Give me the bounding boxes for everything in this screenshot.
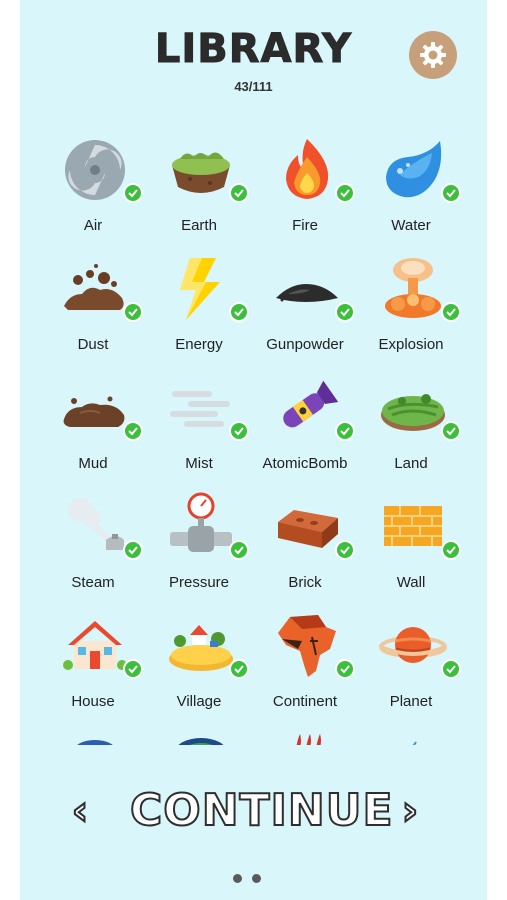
unlocked-check-icon: [335, 421, 355, 441]
element-card-water[interactable]: Water: [358, 133, 464, 243]
element-card-air[interactable]: Air: [40, 133, 146, 243]
partial-element-icon: [77, 740, 113, 745]
element-card-earth[interactable]: Earth: [146, 133, 252, 243]
element-label: Wall: [396, 574, 426, 591]
unlocked-check-icon: [335, 659, 355, 679]
element-card-house[interactable]: House: [40, 609, 146, 719]
unlocked-check-icon: [441, 659, 461, 679]
earth-icon: [172, 152, 230, 193]
unlocked-check-icon: [229, 302, 249, 322]
element-card-partial[interactable]: [252, 728, 358, 745]
element-label: Land: [394, 455, 428, 472]
element-label: Air: [83, 217, 103, 234]
dust-icon: [64, 264, 124, 310]
element-label: Village: [176, 693, 222, 710]
unlocked-check-icon: [441, 302, 461, 322]
element-label: Continent: [272, 693, 338, 710]
unlocked-check-icon: [123, 421, 143, 441]
unlocked-check-icon: [441, 421, 461, 441]
element-label: Energy: [175, 336, 223, 353]
element-card-explosion[interactable]: Explosion: [358, 252, 464, 362]
element-card-brick[interactable]: Brick: [252, 490, 358, 600]
element-label: Fire: [292, 217, 318, 234]
chevron-right-icon[interactable]: ›: [390, 780, 430, 842]
element-label: Brick: [288, 574, 322, 591]
element-label: AtomicBomb: [262, 455, 348, 472]
unlocked-check-icon: [229, 183, 249, 203]
element-label: Water: [391, 217, 431, 234]
settings-button[interactable]: [409, 31, 457, 79]
unlocked-check-icon: [123, 183, 143, 203]
element-label: Mist: [185, 455, 213, 472]
steam-icon: [68, 498, 124, 550]
collected-counter: 43/111: [234, 79, 273, 94]
unlocked-check-icon: [335, 183, 355, 203]
fire-icon: [286, 139, 329, 199]
page-dot-active[interactable]: [233, 874, 242, 883]
wall-icon: [384, 506, 442, 546]
house-icon: [63, 621, 127, 670]
chevron-left-icon[interactable]: ‹: [60, 780, 100, 842]
water-icon: [386, 141, 442, 198]
element-label: Planet: [389, 693, 433, 710]
unlocked-check-icon: [123, 540, 143, 560]
gunpowder-icon: [276, 284, 338, 302]
planet-icon: [379, 627, 447, 663]
air-icon: [65, 140, 125, 200]
continent-icon: [278, 615, 336, 677]
partial-element-icon: [296, 734, 321, 745]
element-card-atomicbomb[interactable]: AtomicBomb: [252, 371, 358, 481]
element-label: Mud: [78, 455, 108, 472]
element-label: House: [71, 693, 115, 710]
unlocked-check-icon: [441, 540, 461, 560]
explosion-icon: [385, 258, 441, 318]
element-label: Steam: [71, 574, 115, 591]
element-card-mud[interactable]: Mud: [40, 371, 146, 481]
village-icon: [169, 625, 233, 671]
unlocked-check-icon: [441, 183, 461, 203]
mud-icon: [63, 396, 125, 427]
element-card-planet[interactable]: Planet: [358, 609, 464, 719]
land-icon: [381, 394, 445, 431]
element-card-partial[interactable]: [146, 728, 252, 745]
element-card-dust[interactable]: Dust: [40, 252, 146, 362]
unlocked-check-icon: [123, 659, 143, 679]
element-card-gunpowder[interactable]: Gunpowder: [252, 252, 358, 362]
element-grid: Air Earth Fire Water Dust Energy Gunpowd…: [40, 133, 470, 745]
element-card-village[interactable]: Village: [146, 609, 252, 719]
unlocked-check-icon: [229, 421, 249, 441]
partial-element-icon: [178, 738, 224, 745]
continue-button[interactable]: ‹ CONTINUE ›: [60, 780, 450, 842]
unlocked-check-icon: [335, 540, 355, 560]
partial-element-icon: [412, 741, 417, 745]
element-card-continent[interactable]: Continent: [252, 609, 358, 719]
unlocked-check-icon: [229, 659, 249, 679]
element-card-steam[interactable]: Steam: [40, 490, 146, 600]
mist-icon: [170, 391, 230, 427]
element-card-partial[interactable]: [40, 728, 146, 745]
continue-label: CONTINUE: [129, 784, 394, 837]
element-label: Dust: [77, 336, 109, 353]
pressure-icon: [170, 492, 232, 552]
page-indicator: [233, 874, 273, 886]
energy-icon: [180, 258, 220, 320]
page-dot[interactable]: [252, 874, 261, 883]
element-card-fire[interactable]: Fire: [252, 133, 358, 243]
unlocked-check-icon: [229, 540, 249, 560]
element-label: Gunpowder: [266, 336, 344, 353]
atomic-bomb-icon: [283, 380, 339, 428]
element-card-energy[interactable]: Energy: [146, 252, 252, 362]
element-label: Pressure: [168, 574, 230, 591]
element-card-wall[interactable]: Wall: [358, 490, 464, 600]
element-card-pressure[interactable]: Pressure: [146, 490, 252, 600]
element-card-partial[interactable]: [358, 728, 464, 745]
brick-icon: [278, 510, 338, 548]
element-card-mist[interactable]: Mist: [146, 371, 252, 481]
gear-icon: [420, 42, 446, 68]
unlocked-check-icon: [123, 302, 143, 322]
unlocked-check-icon: [335, 302, 355, 322]
element-label: Explosion: [378, 336, 444, 353]
element-label: Earth: [181, 217, 217, 234]
element-card-land[interactable]: Land: [358, 371, 464, 481]
